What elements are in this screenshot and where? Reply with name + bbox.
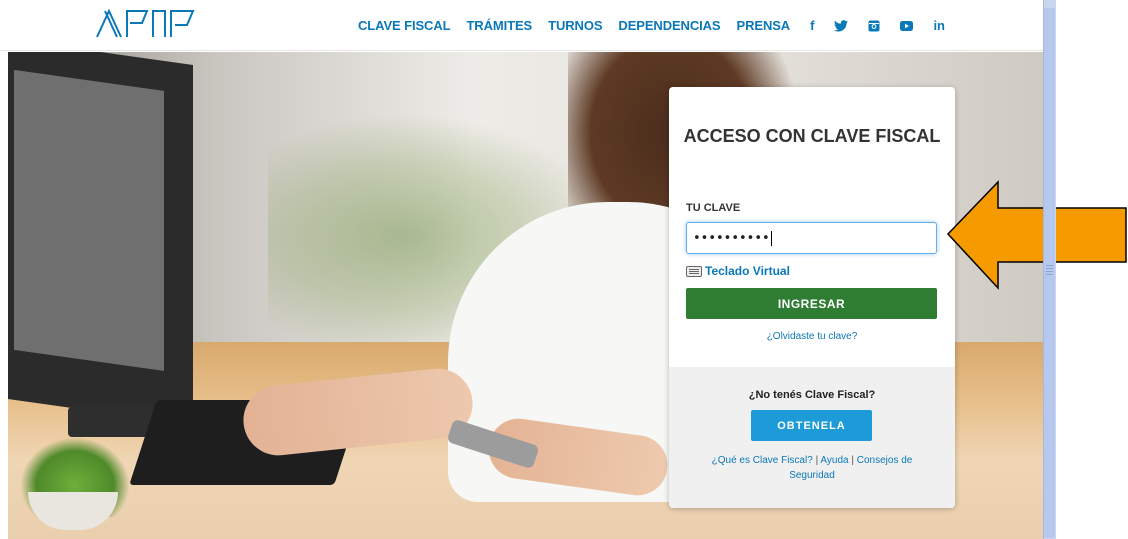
nav-clave-fiscal[interactable]: CLAVE FISCAL: [358, 18, 451, 33]
virtual-keyboard-label: Teclado Virtual: [705, 264, 790, 278]
no-clave-prompt: ¿No tenés Clave Fiscal?: [748, 389, 876, 401]
hero-monitor-base: [68, 407, 158, 437]
login-title: ACCESO CON CLAVE FISCAL: [683, 126, 941, 146]
signup-section: ¿No tenés Clave Fiscal? OBTENELA ¿Qué es…: [669, 367, 955, 508]
social-links: f in: [810, 18, 965, 33]
linkedin-icon[interactable]: in: [933, 18, 945, 33]
top-navbar: CLAVE FISCAL TRÁMITES TURNOS DEPENDENCIA…: [0, 0, 1043, 51]
nav-prensa[interactable]: PRENSA: [737, 18, 791, 33]
scrollbar-grip: [1046, 265, 1053, 275]
hero-monitor: [8, 52, 193, 426]
link-separator: |: [851, 455, 854, 466]
what-is-clave-link[interactable]: ¿Qué es Clave Fiscal?: [712, 455, 813, 466]
youtube-icon[interactable]: [900, 20, 914, 31]
text-caret: [770, 230, 772, 246]
facebook-icon[interactable]: f: [810, 18, 814, 33]
virtual-keyboard-link[interactable]: Teclado Virtual: [686, 264, 790, 278]
help-link[interactable]: Ayuda: [820, 455, 848, 466]
nav-dependencias[interactable]: DEPENDENCIAS: [618, 18, 720, 33]
obtenela-button[interactable]: OBTENELA: [751, 410, 872, 441]
orange-arrow-annotation: [946, 180, 1127, 290]
password-value: ••••••••••: [693, 230, 770, 246]
nav-tramites[interactable]: TRÁMITES: [466, 18, 532, 33]
ingresar-button[interactable]: INGRESAR: [686, 288, 937, 319]
password-label: TU CLAVE: [686, 202, 741, 214]
password-input[interactable]: ••••••••••: [686, 222, 937, 254]
hero-monitor-screen: [14, 69, 164, 371]
twitter-icon[interactable]: [834, 19, 849, 32]
login-card: ACCESO CON CLAVE FISCAL TU CLAVE •••••••…: [669, 87, 955, 508]
forgot-password-link[interactable]: ¿Olvidaste tu clave?: [669, 331, 955, 342]
keyboard-icon: [686, 265, 702, 277]
main-nav: CLAVE FISCAL TRÁMITES TURNOS DEPENDENCIA…: [358, 0, 965, 51]
help-links: ¿Qué es Clave Fiscal? | Ayuda | Consejos…: [699, 453, 925, 483]
nav-turnos[interactable]: TURNOS: [548, 18, 602, 33]
afip-logo[interactable]: [95, 9, 200, 39]
instagram-icon[interactable]: [868, 20, 880, 32]
link-separator: |: [815, 455, 819, 466]
